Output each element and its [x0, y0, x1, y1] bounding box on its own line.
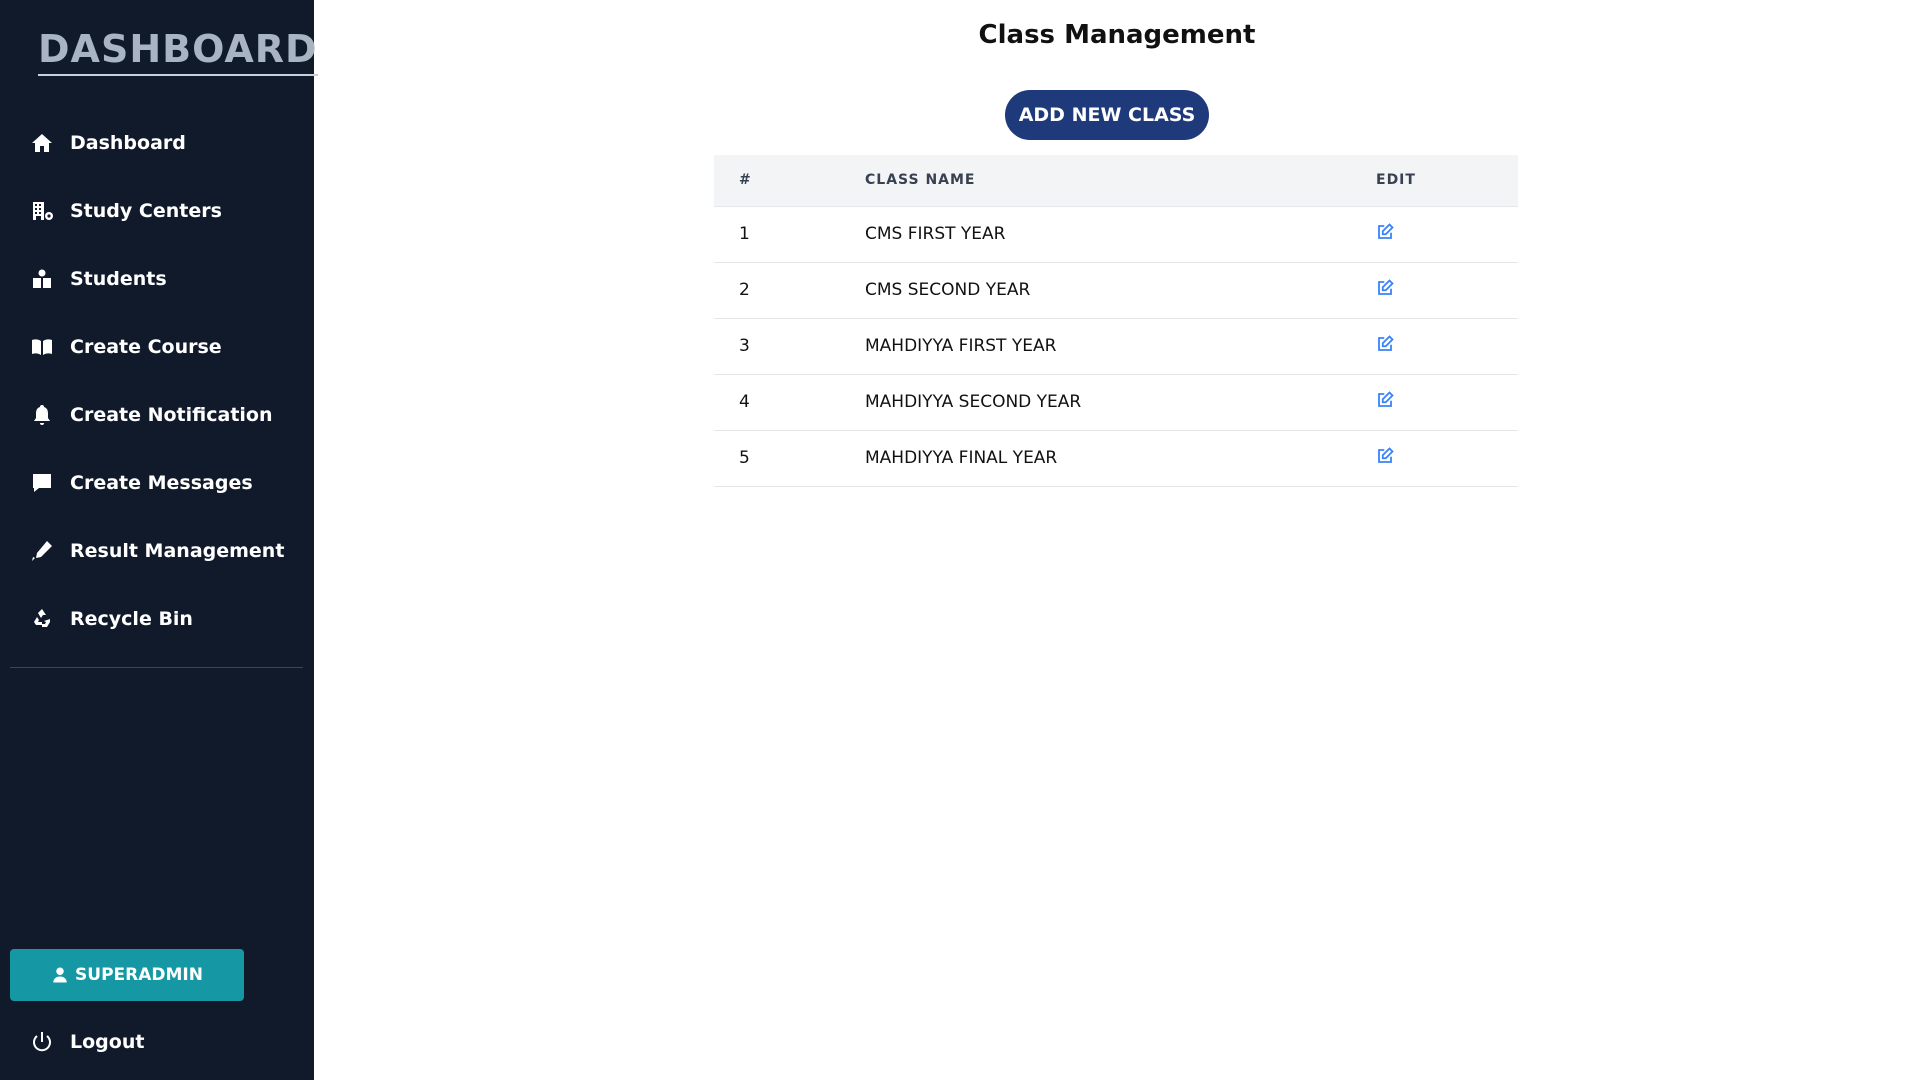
sidebar: DASHBOARD Dashboard Study Centers Studen…	[0, 0, 318, 1080]
column-header-number: #	[739, 172, 752, 189]
row-number: 4	[739, 392, 750, 412]
table-row: 1 CMS FIRST YEAR	[714, 206, 1518, 262]
sidebar-item-label: Recycle Bin	[70, 608, 193, 630]
edit-icon[interactable]	[1376, 334, 1396, 355]
logout-label: Logout	[70, 1031, 145, 1053]
sidebar-item-students[interactable]: Students	[28, 259, 167, 299]
sidebar-item-label: Create Messages	[70, 472, 253, 494]
sidebar-item-result-management[interactable]: Result Management	[28, 531, 284, 571]
power-icon	[28, 1028, 56, 1056]
row-number: 2	[739, 280, 750, 300]
user-icon	[53, 967, 67, 983]
sidebar-item-label: Students	[70, 268, 167, 290]
sidebar-item-label: Create Notification	[70, 404, 273, 426]
row-class-name: MAHDIYYA SECOND YEAR	[865, 392, 1082, 412]
book-icon	[28, 333, 56, 361]
column-header-edit: EDIT	[1376, 172, 1416, 189]
add-new-class-button[interactable]: ADD NEW CLASS	[1005, 90, 1209, 140]
row-class-name: MAHDIYYA FINAL YEAR	[865, 448, 1058, 468]
superadmin-button[interactable]: SUPERADMIN	[10, 949, 244, 1001]
sidebar-item-label: Result Management	[70, 540, 285, 562]
column-header-class-name: CLASS NAME	[865, 172, 976, 189]
page-title: Class Management	[978, 20, 1256, 50]
sidebar-item-create-course[interactable]: Create Course	[28, 327, 222, 367]
sidebar-item-label: Study Centers	[70, 200, 222, 222]
recycle-icon	[28, 605, 56, 633]
edit-icon[interactable]	[1376, 222, 1396, 243]
sidebar-item-create-messages[interactable]: Create Messages	[28, 463, 253, 503]
table-row: 2 CMS SECOND YEAR	[714, 262, 1518, 318]
edit-icon[interactable]	[1376, 278, 1396, 299]
row-number: 1	[739, 224, 750, 244]
table-row: 4 MAHDIYYA SECOND YEAR	[714, 374, 1518, 430]
row-class-name: MAHDIYYA FIRST YEAR	[865, 336, 1057, 356]
sidebar-item-label: Dashboard	[70, 132, 186, 154]
students-icon	[28, 265, 56, 293]
sidebar-item-label: Create Course	[70, 336, 222, 358]
row-class-name: CMS FIRST YEAR	[865, 224, 1006, 244]
superadmin-label: SUPERADMIN	[75, 965, 203, 985]
sidebar-item-recycle-bin[interactable]: Recycle Bin	[28, 599, 193, 639]
row-number: 5	[739, 448, 750, 468]
sidebar-item-dashboard[interactable]: Dashboard	[28, 123, 186, 163]
pen-icon	[28, 537, 56, 565]
sidebar-divider	[10, 667, 303, 668]
bell-icon	[28, 401, 56, 429]
class-table: # CLASS NAME EDIT 1 CMS FIRST YEAR 2 CMS…	[714, 155, 1518, 487]
sidebar-item-create-notification[interactable]: Create Notification	[28, 395, 273, 435]
brand-title: DASHBOARD	[38, 26, 318, 76]
building-icon	[28, 197, 56, 225]
table-row: 3 MAHDIYYA FIRST YEAR	[714, 318, 1518, 374]
edit-icon[interactable]	[1376, 390, 1396, 411]
table-row: 5 MAHDIYYA FINAL YEAR	[714, 430, 1518, 486]
sidebar-item-study-centers[interactable]: Study Centers	[28, 191, 222, 231]
app-root: DASHBOARD Dashboard Study Centers Studen…	[0, 0, 1920, 1080]
message-icon	[28, 469, 56, 497]
edit-icon[interactable]	[1376, 446, 1396, 467]
table-header-row: # CLASS NAME EDIT	[714, 155, 1518, 206]
row-class-name: CMS SECOND YEAR	[865, 280, 1031, 300]
row-number: 3	[739, 336, 750, 356]
home-icon	[28, 129, 56, 157]
logout-button[interactable]: Logout	[28, 1022, 144, 1062]
